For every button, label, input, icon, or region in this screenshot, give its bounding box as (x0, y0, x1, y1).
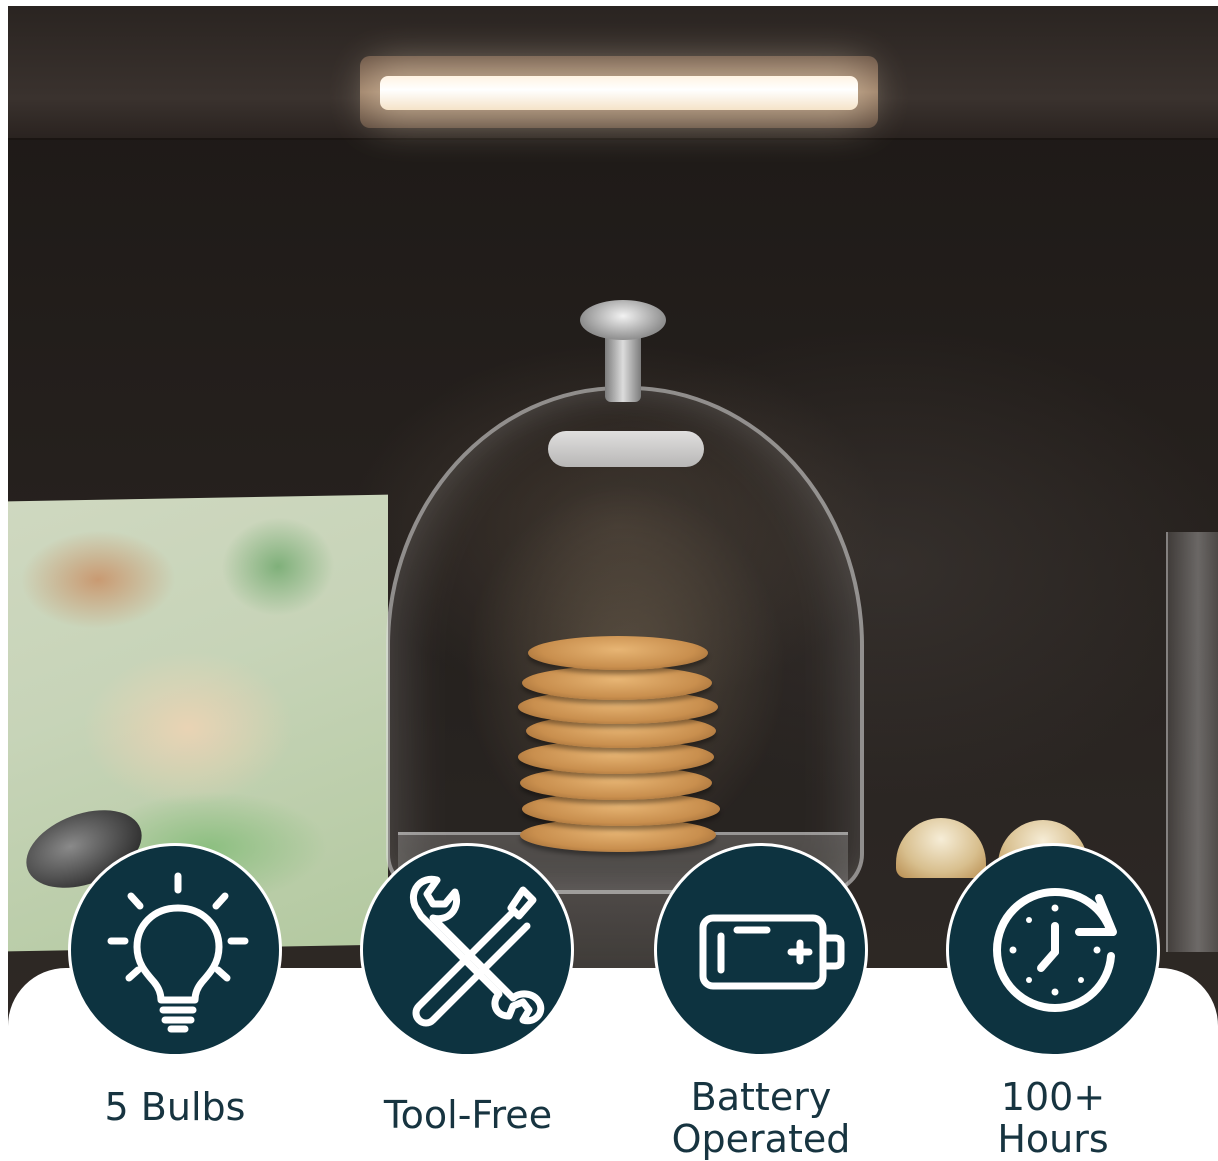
hours-badge (946, 843, 1160, 1057)
light-reflection (548, 431, 704, 467)
feature-label-bulbs: 5 Bulbs (104, 1085, 246, 1129)
light-bulb-icon (107, 872, 249, 1033)
bulbs-badge (68, 843, 282, 1057)
feature-label-battery: Battery Operated (671, 1075, 851, 1161)
under-cabinet-light-bar (360, 56, 878, 128)
battery-icon (699, 914, 845, 990)
cookie (528, 636, 708, 670)
crystal-glass (1166, 532, 1218, 952)
battery-badge (654, 843, 868, 1057)
tool-free-badge (360, 843, 574, 1057)
feature-label-tool-free: Tool-Free (383, 1093, 553, 1137)
dome-stem (605, 332, 641, 402)
tools-icon (410, 875, 545, 1027)
dome-knob (580, 300, 666, 340)
cookie (522, 666, 712, 700)
feature-label-hours: 100+ Hours (997, 1075, 1109, 1161)
light-glow (380, 76, 858, 110)
clock-refresh-icon (993, 888, 1117, 1012)
